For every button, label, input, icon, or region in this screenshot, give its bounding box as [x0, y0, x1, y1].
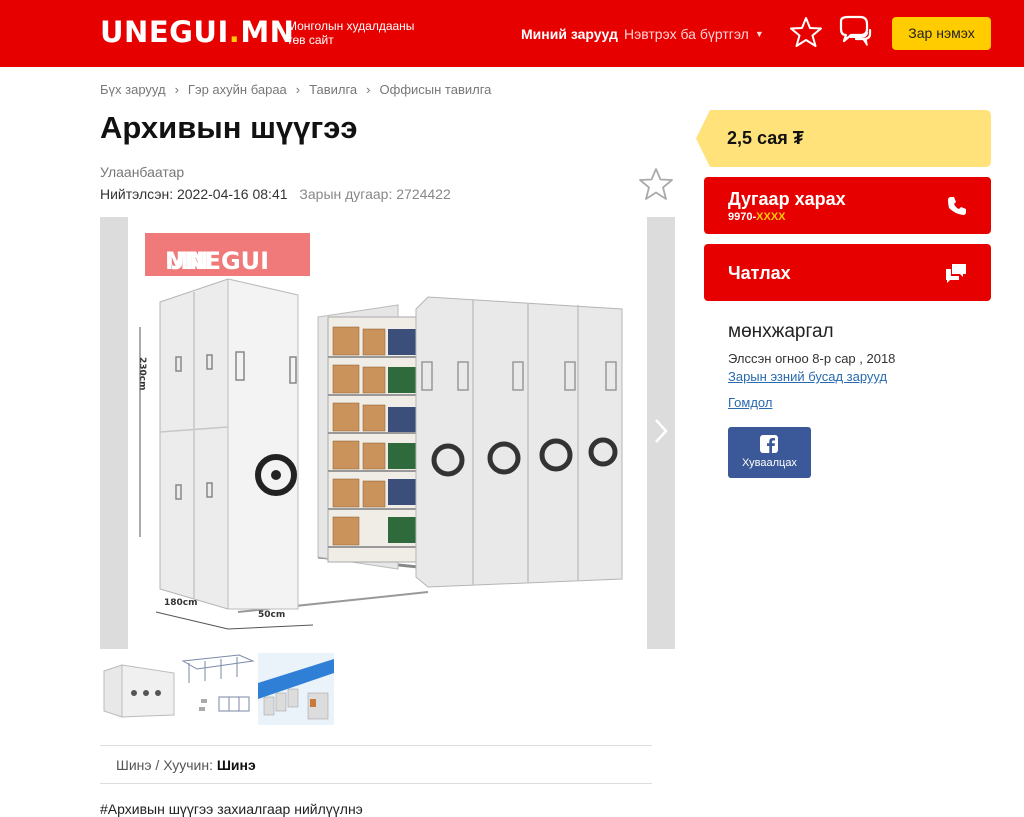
my-ads-link[interactable]: Миний зарууд — [521, 26, 618, 42]
breadcrumb-item-all[interactable]: Бүх зарууд — [100, 82, 166, 97]
ad-number: 2724422 — [396, 186, 451, 202]
favorites-star-icon[interactable] — [790, 16, 822, 48]
thumbnail-image — [258, 653, 334, 725]
listing-location: Улаанбаатар — [100, 164, 185, 180]
thumbnail-3[interactable] — [258, 653, 334, 725]
breadcrumb-separator-icon: › — [366, 82, 371, 97]
seller-name: мөнхжаргал — [728, 321, 834, 342]
breadcrumb-item-furniture[interactable]: Тавилга — [309, 82, 357, 97]
divider — [100, 783, 652, 784]
dimension-width-label: 50cm — [258, 610, 285, 620]
save-favorite-star-icon[interactable] — [638, 167, 674, 201]
site-tagline: Монголын худалдааны төв сайт — [287, 19, 415, 47]
ad-number-label: Зарын дугаар: — [299, 186, 393, 202]
divider — [100, 745, 652, 746]
breadcrumb: Бүх зарууд › Гэр ахуйн бараа › Тавилга › Оффис… — [100, 82, 491, 97]
breadcrumb-item-office-furniture[interactable]: Оффисын тавилга — [380, 82, 492, 97]
chat-icon — [946, 264, 966, 283]
condition-value: Шинэ — [216, 757, 256, 773]
chat-button[interactable]: Чатлах — [704, 244, 991, 301]
show-phone-label: Дугаар харах — [728, 189, 846, 209]
gallery-next-button[interactable] — [647, 217, 675, 649]
seller-joined-date: Элссэн огноо 8-р сар , 2018 — [728, 351, 896, 366]
phone-number-masked: 9970-XXXX — [728, 211, 786, 223]
chevron-down-icon: ▼ — [754, 29, 764, 39]
login-label: Нэвтрэх ба бүртгэл — [624, 26, 749, 42]
complain-link[interactable]: Гомдол — [728, 395, 772, 410]
chat-label: Чатлах — [728, 263, 791, 283]
seller-other-ads-link[interactable]: Зарын эзний бусад зарууд — [728, 369, 887, 384]
phone-prefix: 9970- — [728, 211, 757, 223]
image-gallery: 230cm 180cm 50cm UNEGUI. MN — [100, 217, 675, 649]
listing-price: 2,5 сая ₮ — [727, 128, 804, 148]
breadcrumb-item-household[interactable]: Гэр ахуйн бараа — [188, 82, 287, 97]
condition-row: Шинэ / Хуучин: Шинэ — [116, 757, 256, 773]
thumbnail-image — [181, 654, 255, 712]
show-phone-button[interactable]: Дугаар харах 9970-XXXX — [704, 177, 991, 234]
site-logo[interactable]: UNEGUI.MN — [100, 15, 294, 49]
breadcrumb-separator-icon: › — [295, 82, 301, 97]
facebook-icon — [760, 435, 778, 453]
dimension-depth-label: 180cm — [164, 598, 198, 608]
dimension-height-label: 230cm — [137, 357, 147, 391]
archive-cabinet-illustration: 230cm 180cm 50cm — [137, 278, 623, 630]
published-label: Нийтэлсэн: — [100, 186, 174, 202]
site-header: UNEGUI.MN Монголын худалдааны төв сайт М… — [0, 0, 1024, 67]
login-menu[interactable]: Нэвтрэх ба бүртгэл ▼ — [624, 26, 764, 42]
gallery-prev-button[interactable] — [100, 217, 128, 649]
phone-mask: XXXX — [756, 211, 786, 223]
published-date: 2022-04-16 08:41 — [176, 186, 288, 202]
condition-label: Шинэ / Хуучин: — [116, 757, 213, 773]
breadcrumb-separator-icon: › — [174, 82, 179, 97]
chat-bubbles-icon[interactable] — [836, 15, 872, 49]
main-listing-image[interactable]: 230cm 180cm 50cm UNEGUI. MN — [128, 217, 647, 649]
logo-text: UNEGUI — [100, 15, 229, 49]
thumbnail-1[interactable] — [100, 653, 176, 725]
thumbnail-2[interactable] — [179, 653, 255, 725]
facebook-share-button[interactable]: Хуваалцах — [728, 427, 811, 478]
phone-icon — [948, 197, 966, 215]
image-watermark: UNEGUI. MN — [145, 233, 310, 276]
watermark-tld: MN — [165, 247, 209, 275]
price-box: 2,5 сая ₮ — [696, 110, 991, 167]
chevron-right-icon — [655, 419, 668, 443]
share-label: Хуваалцах — [742, 457, 797, 469]
logo-dot: . — [228, 15, 241, 49]
thumbnail-image — [103, 664, 175, 718]
listing-meta: Нийтэлсэн: 2022-04-16 08:41 Зарын дугаар… — [100, 186, 451, 202]
listing-title: Архивын шүүгээ — [100, 110, 358, 145]
post-ad-button[interactable]: Зар нэмэх — [892, 17, 991, 50]
